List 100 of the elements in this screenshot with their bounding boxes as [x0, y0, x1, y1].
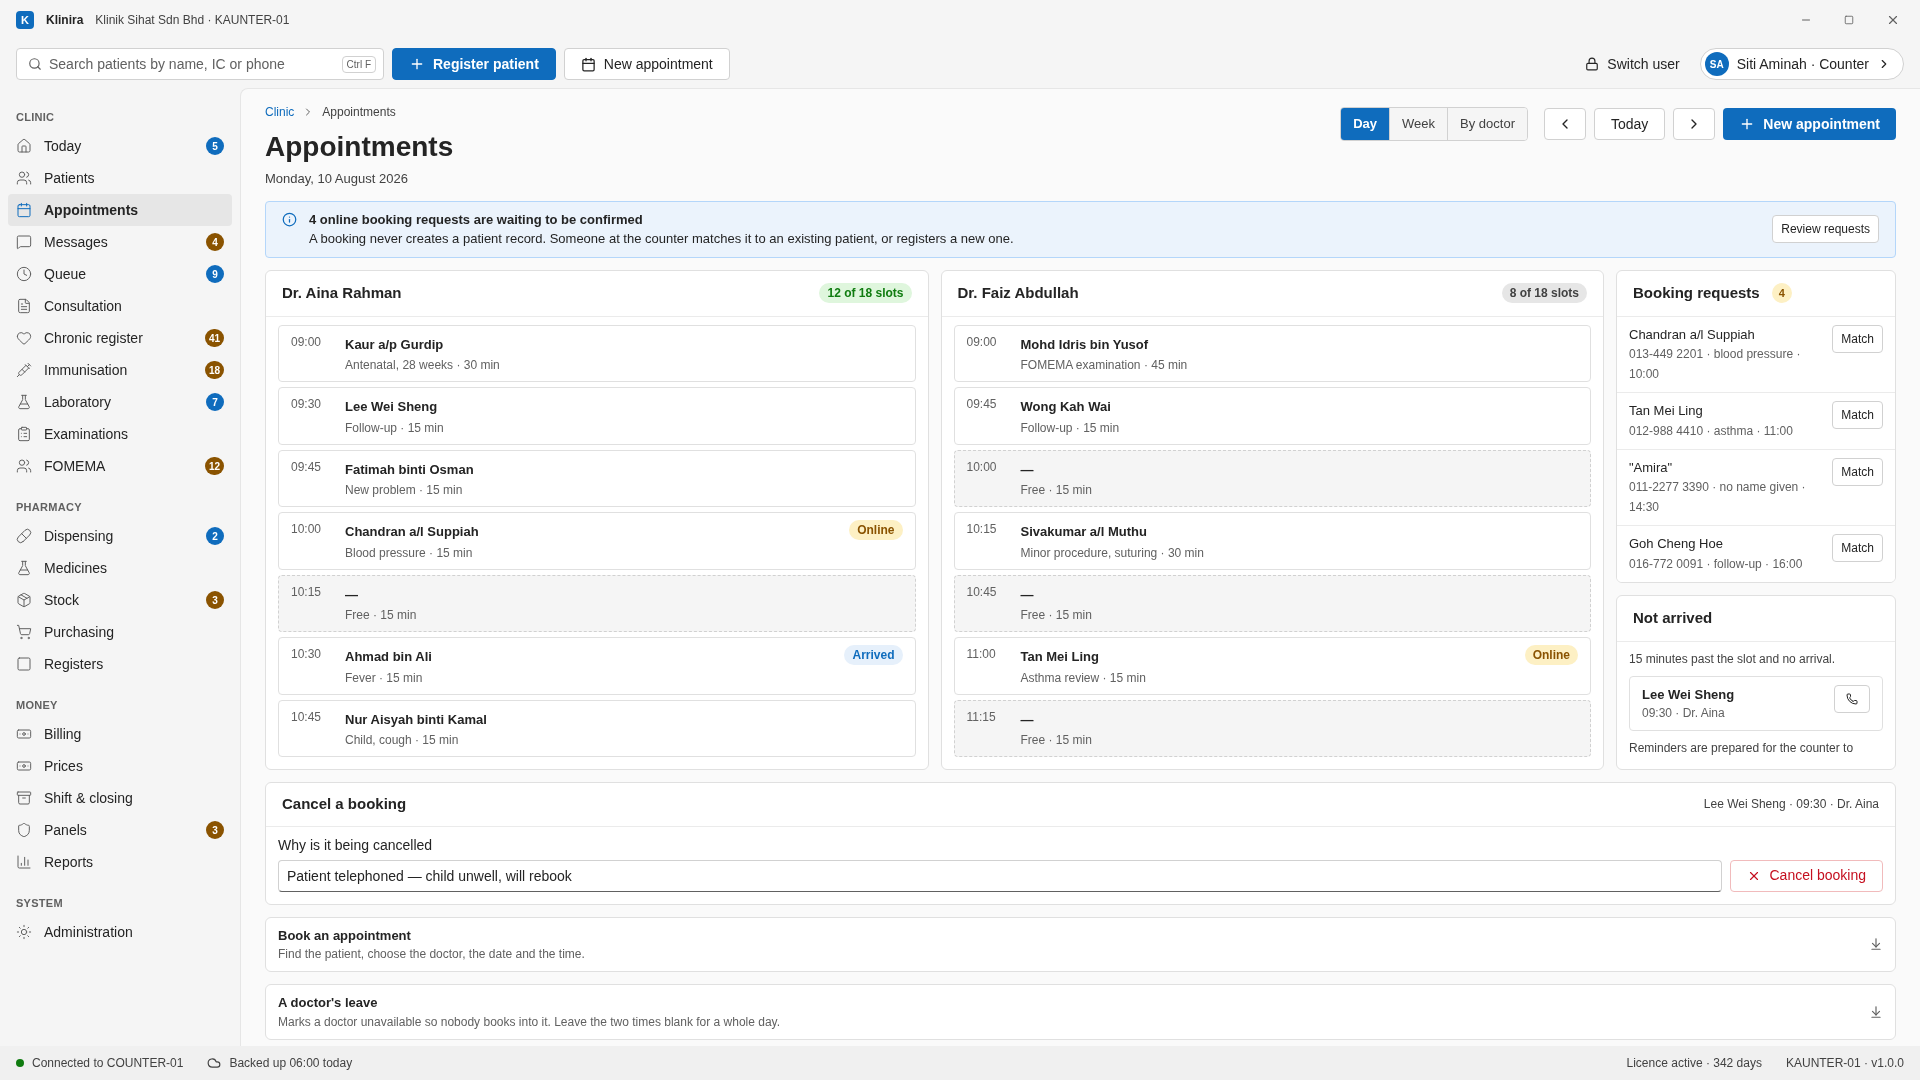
patient-name: Sivakumar a/l Muthu: [1020, 523, 1147, 541]
appointment-detail: Child, cough · 15 min: [345, 732, 459, 749]
slot-time: 10:00: [966, 458, 998, 476]
appointment-card[interactable]: 09:45 Wong Kah Wai Follow-up · 15 min: [953, 387, 1591, 445]
cloud-icon: [207, 1056, 222, 1070]
sidebar-item[interactable]: Medicines: [8, 552, 232, 584]
patient-name: Chandran a/l Suppiah: [345, 523, 479, 541]
sidebar-item[interactable]: Reports: [8, 846, 232, 878]
section-heading: CLINIC: [15, 110, 56, 125]
match-button[interactable]: Match: [1832, 324, 1883, 353]
count-badge: 18: [204, 361, 224, 379]
new-appointment-button[interactable]: New appointment: [1723, 108, 1896, 140]
appointment-card[interactable]: 10:15 Sivakumar a/l Muthu Minor procedure, suturing · 30 min: [953, 512, 1591, 570]
doctor-name: Dr. Faiz Abdullah: [957, 282, 1079, 303]
count-badge: 7: [206, 393, 224, 411]
page-date: Monday, 10 August 2026: [265, 170, 408, 188]
request-row[interactable]: Goh Cheng Hoe 016-772 0091 · follow-up · 16:00 Match: [1617, 525, 1895, 582]
sidebar-item[interactable]: Laboratory 7: [8, 386, 232, 418]
calendar-icon: [16, 202, 32, 218]
patient-name: Wong Kah Wai: [1020, 398, 1111, 416]
window-subtitle: Klinik Sihat Sdn Bhd · KAUNTER-01: [95, 12, 290, 29]
reason-field[interactable]: Patient telephoned — child unwell, will rebook: [278, 859, 1723, 892]
sidebar-item[interactable]: Chronic register 41: [8, 322, 232, 354]
switch-user-button[interactable]: Switch user: [1573, 48, 1692, 80]
box-icon: [16, 592, 32, 608]
appointment-detail: Free · 15 min: [345, 607, 417, 624]
sidebar-item[interactable]: Immunisation 18: [8, 354, 232, 386]
sidebar-item[interactable]: Stock 3: [8, 584, 232, 616]
view-tab[interactable]: Week: [1389, 108, 1448, 140]
slot-count: 12 of 18 slots: [819, 283, 912, 303]
appointment-detail: Fever · 15 min: [345, 669, 423, 687]
sidebar-item[interactable]: Messages 4: [8, 226, 232, 258]
breadcrumb-link[interactable]: Clinic: [265, 103, 295, 121]
section-heading: SYSTEM: [15, 896, 64, 911]
sidebar-item[interactable]: Purchasing: [8, 616, 232, 648]
collapsed-section[interactable]: A doctor's leave Marks a doctor unavailable so nobody books into it. Leave the two times blank for a whole day.: [265, 984, 1896, 1040]
clipboard-icon: [16, 426, 32, 442]
square-icon: [16, 656, 32, 672]
people-icon: [16, 170, 32, 186]
user-menu[interactable]: SA Siti Aminah · Counter: [1699, 48, 1904, 80]
sidebar-item[interactable]: Consultation: [8, 290, 232, 322]
appointment-card[interactable]: 10:30 Ahmad bin Ali Fever · 15 min Arrived: [278, 637, 916, 695]
appointment-card[interactable]: 09:45 Fatimah binti Osman New problem · 15 min: [278, 449, 916, 507]
slot-time: 10:30: [291, 646, 323, 663]
match-button[interactable]: Match: [1832, 401, 1883, 429]
sidebar-item[interactable]: Registers: [8, 648, 232, 680]
appointment-button[interactable]: New appointment: [563, 48, 730, 80]
status-tag: Arrived: [844, 645, 903, 665]
call-button[interactable]: [1834, 684, 1870, 713]
request-detail: 016-772 0091 · follow-up · 16:00: [1629, 555, 1803, 573]
appointment-card[interactable]: 09:30 Lee Wei Sheng Follow-up · 15 min: [278, 387, 916, 445]
slot-time: 11:00: [966, 646, 997, 663]
sidebar-item[interactable]: Administration: [8, 916, 232, 948]
slot-time: 09:00: [291, 333, 323, 351]
sidebar-item[interactable]: Patients: [8, 162, 232, 194]
cancel-booking-button[interactable]: Cancel booking: [1730, 859, 1883, 892]
sidebar-item[interactable]: Prices: [8, 750, 232, 782]
syringe-icon: [16, 362, 32, 378]
appointment-detail: FOMEMA examination · 45 min: [1020, 357, 1188, 374]
sidebar-item[interactable]: Billing: [8, 718, 232, 750]
free-slot[interactable]: 10:00 — Free · 15 min: [953, 449, 1591, 507]
drawer-icon: [16, 790, 32, 806]
appointment-card[interactable]: 09:00 Kaur a/p Gurdip Antenatal, 28 weeks · 30 min: [278, 324, 916, 382]
maximize-icon[interactable]: [1844, 15, 1854, 25]
today-button[interactable]: Today: [1593, 108, 1666, 140]
free-slot[interactable]: 10:45 — Free · 15 min: [953, 574, 1591, 632]
register-button[interactable]: Register patient: [392, 48, 556, 80]
count-badge: 12: [204, 457, 224, 475]
next-day-button[interactable]: [1673, 108, 1716, 140]
previous-day-button[interactable]: [1543, 108, 1586, 140]
close-icon[interactable]: [1886, 13, 1900, 27]
view-tab[interactable]: By doctor: [1447, 108, 1527, 140]
free-slot[interactable]: 10:15 — Free · 15 min: [278, 574, 916, 632]
collapsed-section[interactable]: Book an appointment Find the patient, choose the doctor, the date and the time.: [265, 916, 1896, 972]
licence-status: Licence active · 342 days: [1626, 1055, 1762, 1072]
sidebar-item[interactable]: Appointments: [8, 194, 232, 226]
slot-count: 8 of 18 slots: [1501, 283, 1587, 303]
sidebar-item[interactable]: Today 5: [8, 130, 232, 162]
appointment-card[interactable]: 10:00 Chandran a/l Suppiah Blood pressure · 15 min Online: [278, 512, 916, 570]
sidebar-item[interactable]: Shift & closing: [8, 782, 232, 814]
request-detail: 013-449 2201 · blood pressure · 10:00: [1629, 346, 1802, 383]
patient-name: Ahmad bin Ali: [345, 648, 432, 666]
heart-icon: [16, 330, 32, 346]
free-slot[interactable]: 11:15 — Free · 15 min: [953, 699, 1591, 757]
sidebar-item[interactable]: Queue 9: [8, 258, 232, 290]
sidebar-item[interactable]: Examinations: [8, 418, 232, 450]
appointment-card[interactable]: 11:00 Tan Mei Ling Asthma review · 15 min Online: [953, 637, 1591, 695]
shortcut-key: Ctrl F: [341, 56, 376, 73]
appointment-card[interactable]: 09:00 Mohd Idris bin Yusof FOMEMA examination · 45 min: [953, 324, 1591, 382]
sidebar-item[interactable]: Dispensing 2: [8, 520, 232, 552]
view-tab[interactable]: Day: [1341, 108, 1390, 140]
match-button[interactable]: Match: [1832, 534, 1883, 562]
appointment-card[interactable]: 10:45 Nur Aisyah binti Kamal Child, cough · 15 min: [278, 699, 916, 757]
sidebar-item[interactable]: FOMEMA 12: [8, 450, 232, 482]
match-button[interactable]: Match: [1832, 457, 1883, 486]
review-requests-button[interactable]: Review requests: [1772, 215, 1879, 243]
slot-time: 10:00: [291, 521, 323, 538]
sidebar-item[interactable]: Panels 3: [8, 814, 232, 846]
house-icon: [16, 138, 32, 154]
search-icon: [28, 57, 42, 71]
